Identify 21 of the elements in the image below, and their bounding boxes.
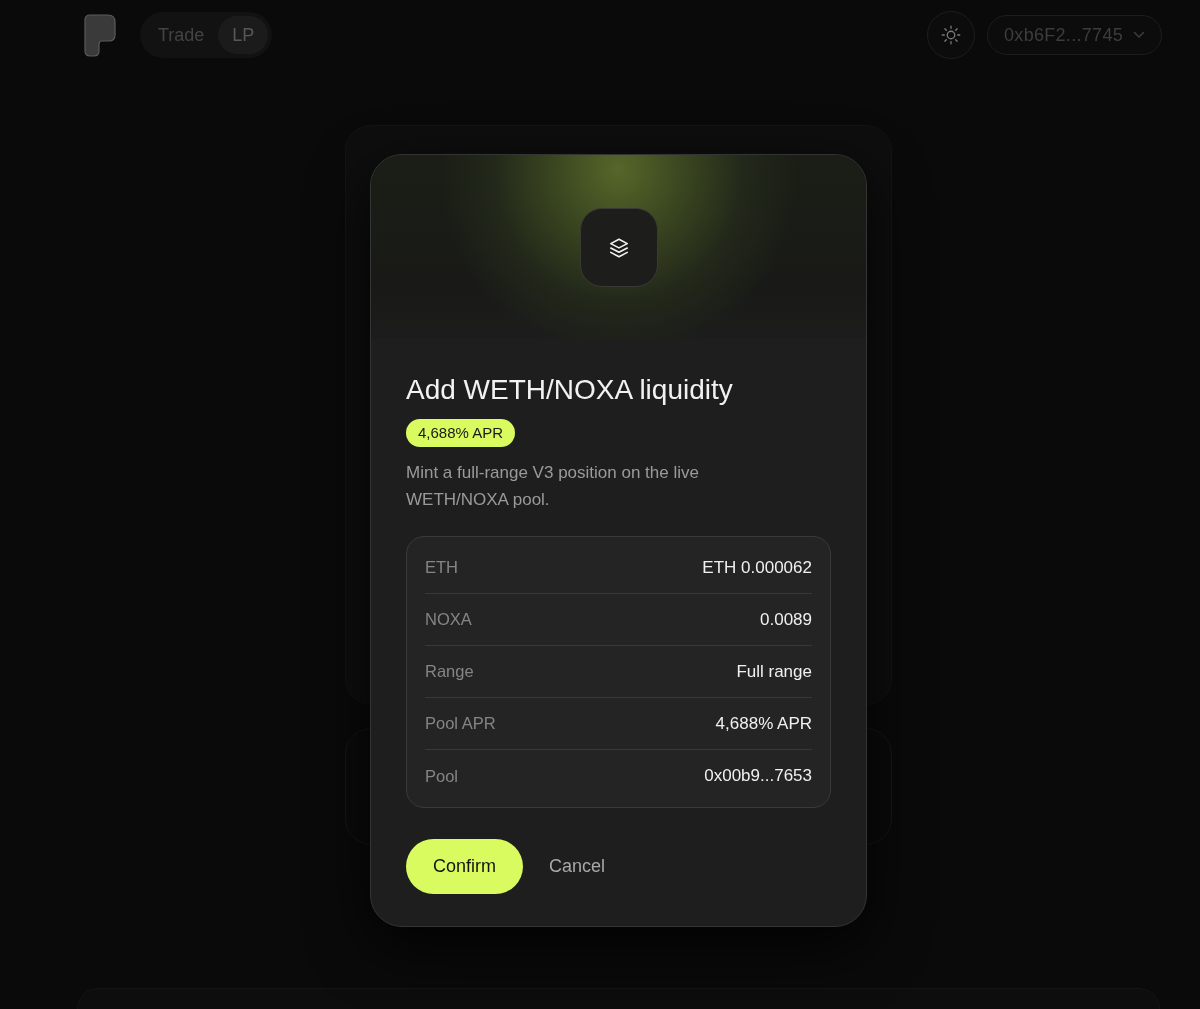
detail-label: Range <box>425 661 474 683</box>
layers-icon <box>579 208 658 287</box>
detail-value: ETH 0.000062 <box>702 556 812 579</box>
chevron-icon <box>1133 31 1145 39</box>
detail-value: 0.0089 <box>760 608 812 631</box>
detail-label: Pool APR <box>425 713 496 735</box>
detail-value: 4,688% APR <box>715 712 812 735</box>
dialog-description: Mint a full-range V3 position on the live WETH/NOXA pool. <box>406 462 700 511</box>
detail-label: NOXA <box>425 609 472 631</box>
detail-value: Full range <box>736 660 812 683</box>
cancel-button[interactable]: Cancel <box>549 853 606 880</box>
sun-icon <box>941 25 961 45</box>
dialog-title: Add WETH/NOXA liquidity <box>406 373 734 407</box>
detail-label: Pool <box>425 765 459 787</box>
theme-toggle-button[interactable] <box>927 11 975 59</box>
nav-tab[interactable]: LP <box>218 16 269 54</box>
confirm-button[interactable]: Confirm <box>406 839 523 894</box>
detail-label: ETH <box>425 557 458 579</box>
detail-value: 0x00b9...7653 <box>704 765 812 788</box>
apr-badge: 4,688% APR <box>406 419 516 447</box>
logo-icon <box>84 13 116 57</box>
